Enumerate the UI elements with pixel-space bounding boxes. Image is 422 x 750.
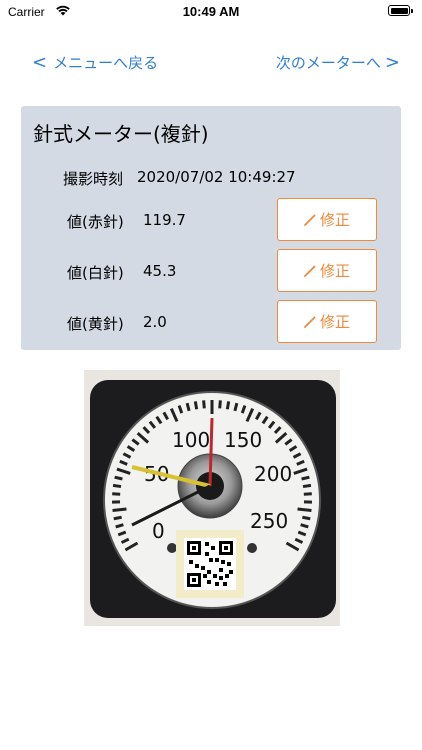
dial-tick [218, 400, 222, 409]
qr-code [176, 530, 244, 598]
red-needle-value: 119.7 [143, 211, 186, 229]
red-needle-label: 値(赤針) [67, 213, 124, 231]
timestamp-label: 撮影時刻 [63, 170, 124, 188]
dial-tick [302, 515, 311, 521]
meter-result-card: 針式メーター(複針) 撮影時刻 2020/07/02 10:49:27 値(赤針… [21, 106, 401, 350]
scale-label: 100 [172, 428, 210, 452]
nav-bar: < メニューへ戻る 次のメーターへ > [0, 52, 422, 78]
fix-yellow-needle-button[interactable]: 修正 [277, 300, 377, 343]
dial-tick [114, 475, 123, 481]
scale-label: 0 [152, 519, 165, 543]
next-meter-link[interactable]: 次のメーターへ > [276, 52, 400, 73]
dial-tick [112, 492, 121, 496]
dial-tick [115, 523, 124, 529]
dial-tick [112, 483, 122, 489]
pencil-icon [304, 316, 316, 328]
fix-button-label: 修正 [319, 262, 350, 280]
yellow-needle-value: 2.0 [143, 313, 167, 331]
dial-tick [113, 515, 122, 521]
dial-tick [302, 483, 312, 489]
fix-red-needle-button[interactable]: 修正 [277, 198, 377, 241]
clock: 10:49 AM [182, 4, 240, 19]
dial-tick [225, 401, 231, 410]
fix-button-label: 修正 [319, 211, 350, 229]
status-bar: Carrier 10:49 AM [0, 0, 422, 26]
red-needle [208, 417, 214, 487]
scale-label: 150 [224, 428, 262, 452]
scale-label: 200 [254, 462, 292, 486]
battery-icon [388, 5, 413, 16]
dial-tick [202, 400, 206, 409]
back-to-menu-label: メニューへ戻る [53, 54, 159, 72]
dial-tick [233, 402, 239, 412]
fix-white-needle-button[interactable]: 修正 [277, 249, 377, 292]
yellow-needle-label: 値(黄針) [67, 315, 124, 333]
meter-photo: 0 50 100 150 200 250 [84, 370, 340, 626]
scale-label: 250 [250, 509, 288, 533]
dial-tick [193, 401, 199, 410]
white-needle-value: 45.3 [143, 262, 177, 280]
chevron-left-icon: < [32, 51, 48, 73]
dial-tick [185, 402, 191, 412]
dial-tick [300, 523, 309, 529]
meter-type-title: 針式メーター(複針) [33, 122, 209, 146]
timestamp-value: 2020/07/02 10:49:27 [137, 168, 296, 186]
next-meter-label: 次のメーターへ [275, 54, 381, 72]
white-needle-label: 値(白針) [67, 264, 124, 282]
pencil-icon [304, 214, 316, 226]
dial-tick [303, 492, 312, 496]
fix-button-label: 修正 [319, 313, 350, 331]
back-to-menu-link[interactable]: < メニューへ戻る [32, 52, 158, 73]
chevron-right-icon: > [384, 51, 400, 73]
dial-tick [297, 507, 312, 512]
dial-tick [301, 475, 310, 481]
pencil-icon [304, 265, 316, 277]
dial-tick [112, 507, 127, 512]
